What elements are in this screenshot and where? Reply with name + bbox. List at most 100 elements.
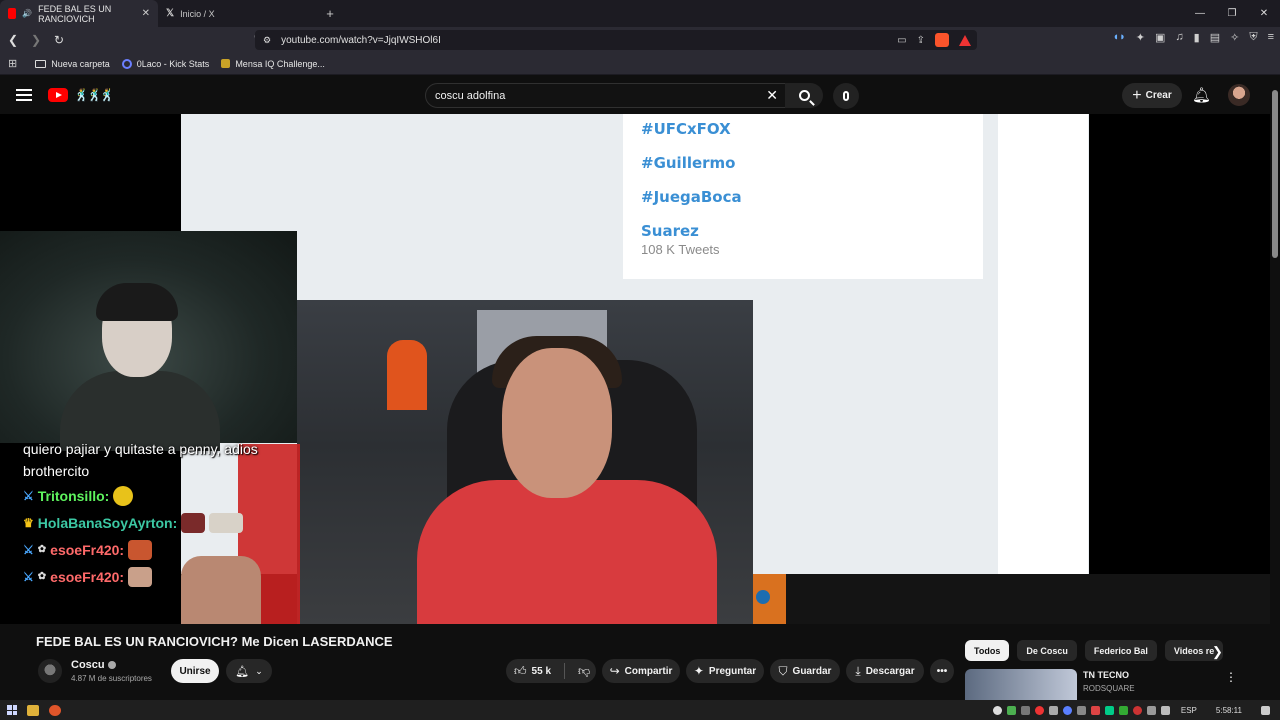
trend-item: Suarez: [641, 222, 699, 240]
ask-button[interactable]: ✦ Preguntar: [686, 659, 764, 683]
brave-shield-icon[interactable]: [935, 33, 949, 47]
new-tab-button[interactable]: +: [318, 0, 342, 27]
notification-icon[interactable]: [1261, 705, 1270, 715]
chevron-right-icon[interactable]: ❯: [1212, 644, 1223, 660]
brave-rewards-icon[interactable]: [959, 34, 971, 46]
address-bar[interactable]: ⚙ youtube.com/watch?v=JjqIWSHOl6I ▭ ⇪: [255, 30, 977, 50]
download-icon: ⤓: [855, 663, 861, 678]
chat-message: ⚔ ✿ esoeFr420:: [0, 536, 300, 563]
more-vertical-icon[interactable]: ⋮: [1225, 670, 1237, 684]
extensions-icon[interactable]: ✦: [1136, 31, 1145, 44]
recommended-channel[interactable]: RODSQUARE: [1083, 684, 1135, 693]
search-input[interactable]: coscu adolfina ✕: [425, 83, 787, 108]
thumbs-down-icon[interactable]: 👎︎: [578, 664, 590, 679]
channel-avatar[interactable]: [38, 659, 62, 683]
tray-app-icon[interactable]: [1132, 705, 1142, 715]
clock[interactable]: 5:58:11: [1216, 706, 1242, 715]
clear-search-icon[interactable]: ✕: [766, 87, 778, 104]
crown-badge-icon: ♛: [23, 515, 34, 530]
trend-item: #Guillermo: [641, 154, 736, 172]
brave-browser-icon[interactable]: [49, 704, 61, 716]
language-indicator[interactable]: ESP: [1181, 706, 1197, 715]
youtube-logo-icon[interactable]: [48, 88, 68, 102]
close-tab-icon[interactable]: ✕: [142, 8, 150, 19]
bookmark-label: Mensa IQ Challenge...: [235, 58, 325, 69]
tab-x[interactable]: 𝕏 Inicio / X: [158, 0, 318, 27]
tray-app-icon[interactable]: [1076, 705, 1086, 715]
save-button[interactable]: ⛉ Guardar: [770, 659, 840, 683]
tray-app-icon[interactable]: [1104, 705, 1114, 715]
download-button[interactable]: ⤓ Descargar: [846, 659, 924, 683]
recommended-thumbnail[interactable]: [965, 669, 1077, 700]
back-icon[interactable]: ❮: [3, 30, 23, 50]
system-tray: ESP 5:58:11: [992, 705, 1280, 715]
bookmark-folder[interactable]: Nueva carpeta: [35, 59, 110, 69]
cast-icon[interactable]: ▭: [897, 35, 906, 46]
bookmark-kick-stats[interactable]: 0Laco - Kick Stats: [121, 58, 209, 69]
apps-grid-icon[interactable]: ⊞: [8, 57, 17, 70]
chat-text: quiero pajiar y quitaste a penny, adios: [23, 441, 258, 457]
share-button[interactable]: ↪ Compartir: [602, 659, 680, 683]
emote-icon: [113, 485, 134, 506]
tray-app-icon[interactable]: [1090, 705, 1100, 715]
stream-chat-overlay: quiero pajiar y quitaste a penny, adios …: [0, 438, 300, 590]
volume-icon[interactable]: [1160, 705, 1170, 715]
leo-icon[interactable]: ✧: [1230, 31, 1239, 44]
channel-name[interactable]: Coscu: [71, 659, 116, 671]
tray-app-icon[interactable]: [1062, 705, 1072, 715]
network-icon[interactable]: [1146, 705, 1156, 715]
tab-youtube[interactable]: 🔊 FEDE BAL ES UN RANCIOVICH ✕: [0, 0, 158, 27]
create-button[interactable]: + Crear: [1122, 83, 1182, 108]
search-button[interactable]: [785, 83, 823, 108]
recommended-title[interactable]: TN TECNO: [1083, 670, 1129, 680]
music-icon[interactable]: ♫: [1175, 31, 1183, 44]
video-player[interactable]: #UFCxFOX #Guillermo #JuegaBoca Suarez 10…: [0, 114, 1270, 624]
hamburger-menu-icon[interactable]: [16, 89, 32, 101]
notifications-bell-icon[interactable]: 🔔︎: [1192, 86, 1211, 104]
wallet-icon[interactable]: ◖◗: [1112, 31, 1125, 44]
reload-icon[interactable]: ↻: [49, 30, 69, 50]
tray-app-icon[interactable]: [1006, 705, 1016, 715]
screenshot-icon[interactable]: ▣: [1155, 31, 1165, 44]
chip-all[interactable]: Todos: [965, 640, 1010, 661]
more-actions-button[interactable]: •••: [930, 659, 954, 683]
share-icon[interactable]: ⇪: [917, 35, 925, 46]
wallet2-icon[interactable]: ▤: [1210, 31, 1220, 44]
forward-icon[interactable]: ❯: [26, 30, 46, 50]
windows-start-icon[interactable]: [7, 705, 17, 715]
extension-icons: ◖◗ ✦ ▣ ♫ ▮ ▤ ✧ ⛨ ≡: [1112, 31, 1274, 44]
vpn-icon[interactable]: ⛨: [1249, 31, 1257, 44]
minimize-icon[interactable]: —: [1184, 0, 1216, 27]
youtube-doodle-icon[interactable]: 🕺🕺🕺: [74, 88, 115, 102]
file-explorer-icon[interactable]: [27, 704, 39, 716]
tray-app-icon[interactable]: [1048, 705, 1058, 715]
tray-app-icon[interactable]: [1118, 705, 1128, 715]
thumbs-up-icon: 👍︎: [514, 663, 527, 678]
tray-app-icon[interactable]: [992, 705, 1002, 715]
sidebar-icon[interactable]: ▮: [1194, 31, 1200, 44]
ask-label: Preguntar: [708, 665, 757, 677]
menu-icon[interactable]: ≡: [1268, 31, 1274, 44]
subscription-bell-button[interactable]: 🔔︎ ⌄: [226, 659, 272, 683]
close-window-icon[interactable]: ✕: [1248, 0, 1280, 27]
tray-app-icon[interactable]: [1034, 705, 1044, 715]
chip-de-coscu[interactable]: De Coscu: [1017, 640, 1077, 661]
trend-item: #UFCxFOX: [641, 120, 731, 138]
chat-message: ⚔ ✿ esoeFr420:: [0, 563, 300, 590]
bookmark-mensa[interactable]: Mensa IQ Challenge...: [221, 59, 325, 69]
site-settings-icon[interactable]: ⚙: [263, 35, 271, 46]
scrollbar-thumb[interactable]: [1272, 90, 1278, 258]
sparkle-icon: ✦: [693, 664, 704, 678]
moderator-sword-icon: ⚔: [23, 569, 34, 584]
like-button[interactable]: 👍︎ 55 k 👎︎: [506, 659, 596, 683]
video-dark-area: [752, 574, 1270, 624]
voice-search-button[interactable]: [833, 83, 859, 109]
folder-icon: [35, 59, 47, 68]
chip-federico-bal[interactable]: Federico Bal: [1084, 640, 1157, 661]
moderator-sword-icon: ⚔: [23, 542, 34, 557]
tray-app-icon[interactable]: [1020, 705, 1030, 715]
restore-icon[interactable]: ❐: [1216, 0, 1248, 27]
youtube-favicon-icon: [8, 8, 17, 19]
user-avatar[interactable]: [1228, 84, 1250, 106]
join-button[interactable]: Unirse: [171, 659, 219, 683]
